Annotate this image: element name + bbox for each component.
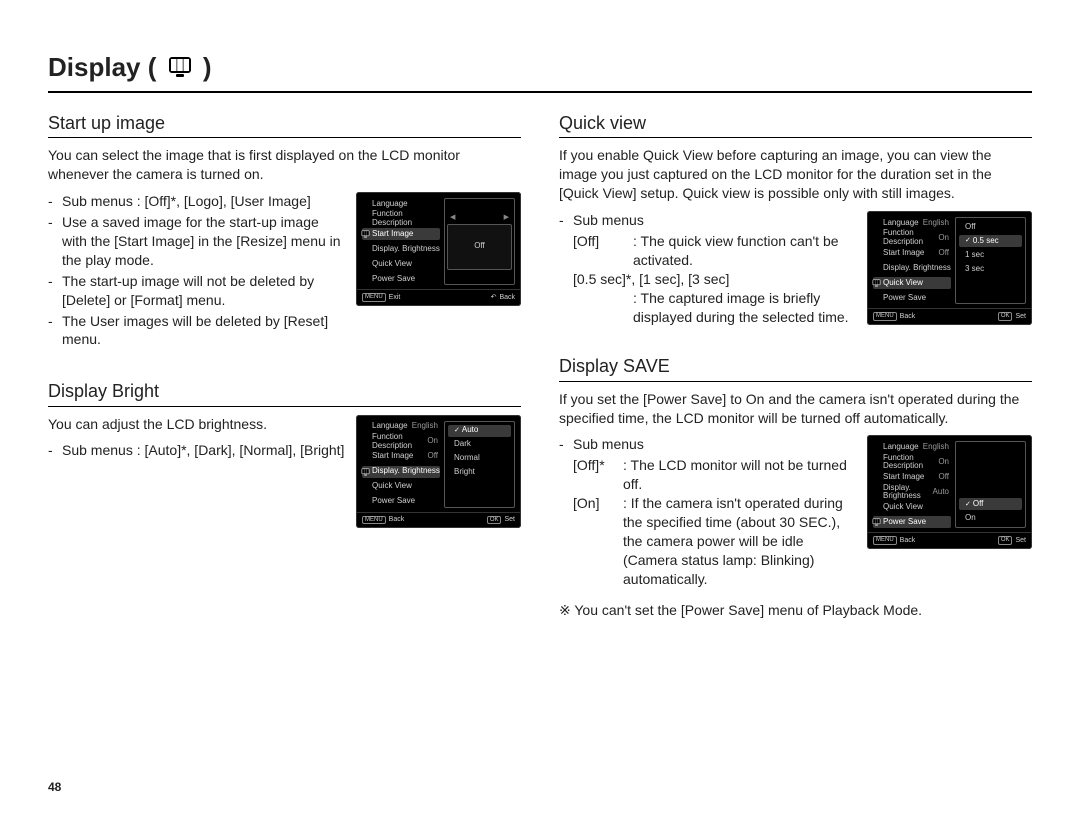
camera-screenshot-quickview: LanguageEnglish Function DescriptionOn S…: [867, 211, 1032, 325]
page-title-row: Display ( ): [48, 50, 1032, 93]
camera-screenshot-powersave: LanguageEnglish Function DescriptionOn S…: [867, 435, 1032, 549]
display-icon: [168, 52, 192, 87]
section-title: Start up image: [48, 111, 521, 138]
option: 0.5 sec: [959, 235, 1022, 247]
bullet: Sub menus : [Auto]*, [Dark], [Normal], […: [48, 441, 346, 460]
option: Off: [959, 221, 1022, 233]
section-quickview: Quick view If you enable Quick View befo…: [559, 111, 1032, 326]
section-title: Display SAVE: [559, 354, 1032, 381]
ok-badge: OK: [487, 516, 502, 525]
bullet: The User images will be deleted by [Rese…: [48, 312, 346, 350]
camera-screenshot-bright: LanguageEnglish Function DescriptionOn S…: [356, 415, 521, 529]
left-column: Start up image You can select the image …: [48, 111, 521, 647]
display-icon: [871, 517, 881, 527]
option: Off: [959, 498, 1022, 510]
bullet: The start-up image will not be deleted b…: [48, 272, 346, 310]
option: Normal: [448, 453, 511, 465]
bullet: Sub menus : [Off]*, [Logo], [User Image]: [48, 192, 346, 211]
powersave-note: You can't set the [Power Save] menu of P…: [559, 601, 1032, 620]
def-row: The captured image is briefly displayed …: [573, 289, 857, 327]
def-row: [Off]* The LCD monitor will not be turne…: [573, 456, 857, 494]
option: Bright: [448, 467, 511, 479]
section-startup: Start up image You can select the image …: [48, 111, 521, 351]
def-row: [Off] The quick view function can't be a…: [573, 232, 857, 270]
page-number: 48: [48, 779, 61, 795]
sub-menus-label: Sub menus: [559, 211, 857, 230]
def-key-times: [0.5 sec]*, [1 sec], [3 sec]: [573, 270, 857, 289]
section-bright: Display Bright You can adjust the LCD br…: [48, 379, 521, 528]
sub-menus-label: Sub menus: [559, 435, 857, 454]
ok-badge: OK: [998, 536, 1013, 545]
menu-badge: MENU: [362, 293, 386, 302]
save-intro: If you set the [Power Save] to On and th…: [559, 390, 1032, 428]
option-selected: Off: [474, 242, 485, 251]
bullet: Use a saved image for the start-up image…: [48, 213, 346, 270]
quick-intro: If you enable Quick View before capturin…: [559, 146, 1032, 203]
option: 1 sec: [959, 249, 1022, 261]
option: Auto: [448, 425, 511, 437]
section-title: Quick view: [559, 111, 1032, 138]
display-icon: [360, 467, 370, 477]
ok-badge: OK: [998, 312, 1013, 321]
right-column: Quick view If you enable Quick View befo…: [559, 111, 1032, 647]
chevron-left-icon: ◀: [450, 214, 455, 222]
chevron-right-icon: ▶: [504, 214, 509, 222]
display-icon: [360, 229, 370, 239]
display-icon: [871, 278, 881, 288]
back-icon: ↶: [491, 294, 497, 302]
page-title-suffix: ): [203, 52, 212, 82]
option: Dark: [448, 439, 511, 451]
startup-bullets: Sub menus : [Off]*, [Logo], [User Image]…: [48, 192, 346, 349]
camera-screenshot-startup: Language Function Description Start Imag…: [356, 192, 521, 306]
section-powersave: Display SAVE If you set the [Power Save]…: [559, 354, 1032, 619]
startup-intro: You can select the image that is first d…: [48, 146, 521, 184]
option: On: [959, 512, 1022, 524]
def-row: [On] If the camera isn't operated during…: [573, 494, 857, 588]
option: 3 sec: [959, 263, 1022, 275]
page-title-prefix: Display (: [48, 52, 156, 82]
bright-intro: You can adjust the LCD brightness.: [48, 415, 346, 434]
menu-badge: MENU: [873, 312, 897, 321]
bright-bullets: Sub menus : [Auto]*, [Dark], [Normal], […: [48, 441, 346, 460]
menu-badge: MENU: [873, 536, 897, 545]
menu-badge: MENU: [362, 516, 386, 525]
section-title: Display Bright: [48, 379, 521, 406]
